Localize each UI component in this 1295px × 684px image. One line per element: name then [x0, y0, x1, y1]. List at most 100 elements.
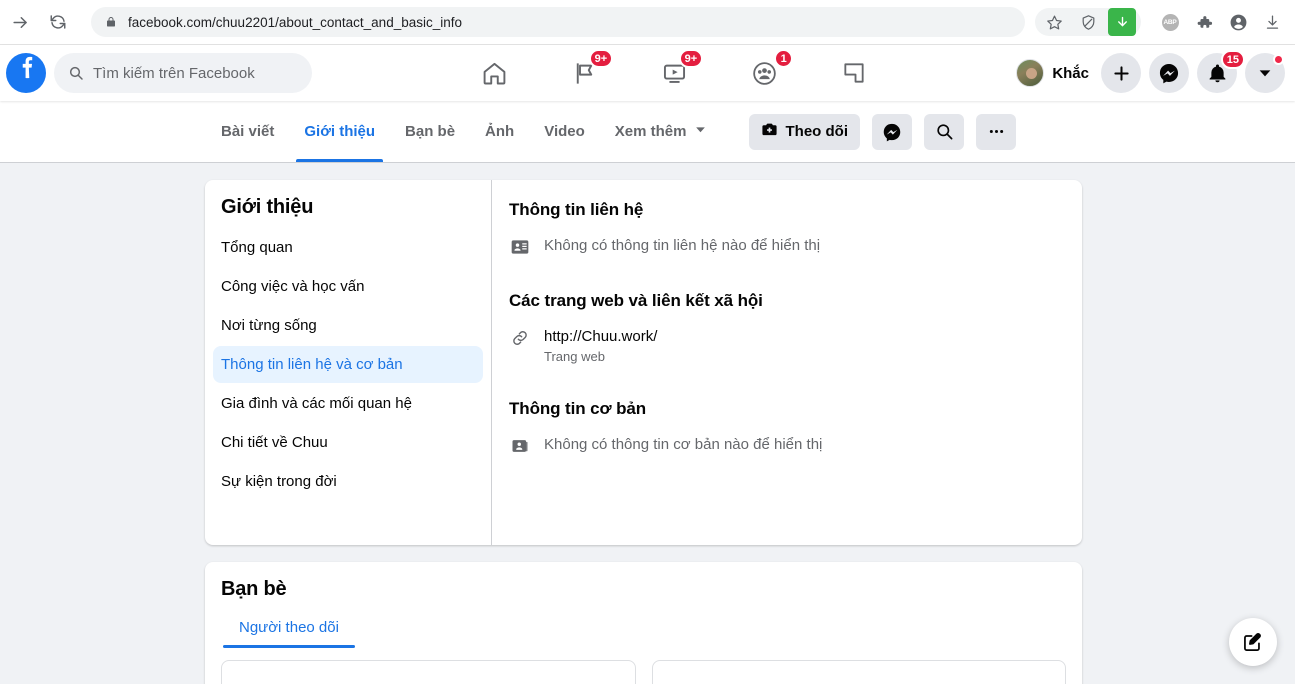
- tab-followers-label: Người theo dõi: [239, 619, 339, 636]
- sidebar-item-label: Thông tin liên hệ và cơ bản: [221, 356, 403, 373]
- basic-info-row: Không có thông tin cơ bản nào để hiển th…: [509, 435, 1058, 456]
- person-cards-icon: [509, 436, 531, 456]
- url-text: facebook.com/chuu2201/about_contact_and_…: [128, 14, 462, 30]
- friend-card-placeholder[interactable]: [221, 660, 636, 684]
- browser-actions: ABP: [1035, 8, 1295, 36]
- nav-pages-badge: 9+: [588, 49, 614, 68]
- sidebar-item-life-events[interactable]: Sự kiện trong đời: [213, 463, 483, 500]
- website-text: http://Chuu.work/ Trang web: [544, 327, 657, 365]
- sidebar-item-label: Gia đình và các mối quan hệ: [221, 395, 412, 412]
- sidebar-item-family-relationships[interactable]: Gia đình và các mối quan hệ: [213, 385, 483, 422]
- about-content: Thông tin liên hệ Không có thông tin liê…: [492, 180, 1082, 545]
- basic-empty-text: Không có thông tin cơ bản nào để hiển th…: [544, 436, 823, 453]
- follow-label: Theo dõi: [785, 123, 849, 140]
- contact-card-icon: [509, 237, 531, 257]
- header-profile-link[interactable]: Khắc: [1016, 59, 1089, 87]
- browser-toolbar: facebook.com/chuu2201/about_contact_and_…: [0, 0, 1295, 45]
- nav-gaming[interactable]: [833, 52, 875, 94]
- messenger-button[interactable]: [1149, 53, 1189, 93]
- tab-friends[interactable]: Bạn bè: [390, 101, 470, 162]
- search-placeholder: Tìm kiếm trên Facebook: [93, 64, 255, 82]
- tab-posts[interactable]: Bài viết: [206, 101, 289, 162]
- website-url: http://Chuu.work/: [544, 328, 658, 345]
- sidebar-item-label: Sự kiện trong đời: [221, 473, 337, 490]
- link-icon: [509, 328, 531, 348]
- account-alert-dot: [1273, 54, 1284, 65]
- nav-home[interactable]: [473, 52, 515, 94]
- basic-info-heading: Thông tin cơ bản: [509, 399, 647, 418]
- download-arrow-icon[interactable]: [1108, 8, 1136, 36]
- star-icon[interactable]: [1040, 8, 1068, 36]
- contact-info-heading: Thông tin liên hệ: [509, 200, 644, 219]
- tab-followers[interactable]: Người theo dõi: [221, 619, 357, 648]
- website-sublabel: Trang web: [544, 349, 605, 364]
- shield-icon[interactable]: [1074, 8, 1102, 36]
- facebook-header: Tìm kiếm trên Facebook 9+ 9+ 1 Khắc 15: [0, 45, 1295, 101]
- profile-tab-bar: Bài viết Giới thiệu Bạn bè Ảnh Video Xem…: [0, 101, 1295, 163]
- facebook-header-right: Khắc 15: [1016, 50, 1295, 93]
- facebook-logo-icon[interactable]: [6, 53, 46, 93]
- sidebar-item-contact-basic-info[interactable]: Thông tin liên hệ và cơ bản: [213, 346, 483, 383]
- profile-more-button[interactable]: [976, 113, 1016, 150]
- sidebar-item-label: Nơi từng sống: [221, 317, 317, 334]
- sidebar-item-work-education[interactable]: Công việc và học vấn: [213, 268, 483, 305]
- friends-tabs: Người theo dõi: [221, 619, 1066, 648]
- sidebar-item-details-about[interactable]: Chi tiết về Chuu: [213, 424, 483, 461]
- sidebar-item-label: Chi tiết về Chuu: [221, 434, 328, 451]
- basic-info-text: Không có thông tin cơ bản nào để hiển th…: [544, 435, 822, 455]
- sidebar-item-places-lived[interactable]: Nơi từng sống: [213, 307, 483, 344]
- browser-action-group: [1035, 8, 1141, 36]
- website-row[interactable]: http://Chuu.work/ Trang web: [509, 327, 1058, 365]
- profile-actions: Theo dõi: [748, 113, 1016, 150]
- websites-heading: Các trang web và liên kết xã hội: [509, 291, 763, 310]
- tab-photos[interactable]: Ảnh: [470, 101, 529, 162]
- follow-button[interactable]: Theo dõi: [748, 113, 860, 150]
- nav-groups[interactable]: 1: [743, 49, 794, 94]
- tab-about-label: Giới thiệu: [304, 123, 376, 140]
- nav-watch[interactable]: 9+: [653, 49, 704, 94]
- adblock-plus-icon[interactable]: ABP: [1156, 8, 1184, 36]
- tab-posts-label: Bài viết: [221, 123, 275, 140]
- nav-pages[interactable]: 9+: [563, 49, 614, 94]
- profile-name: Khắc: [1052, 64, 1089, 82]
- reload-icon[interactable]: [43, 7, 73, 37]
- sidebar-item-overview[interactable]: Tổng quan: [213, 229, 483, 266]
- friends-grid: [221, 648, 1066, 684]
- search-input[interactable]: Tìm kiếm trên Facebook: [54, 53, 312, 93]
- friends-title: Bạn bè: [221, 578, 287, 600]
- account-menu-button[interactable]: [1245, 53, 1285, 93]
- profile-circle-icon[interactable]: [1224, 8, 1252, 36]
- tab-more-label: Xem thêm: [614, 123, 687, 140]
- forward-arrow-icon[interactable]: [5, 7, 35, 37]
- friend-card-placeholder[interactable]: [651, 660, 1066, 684]
- nav-watch-badge: 9+: [678, 49, 704, 68]
- message-button[interactable]: [872, 113, 912, 150]
- contact-info-row: Không có thông tin liên hệ nào để hiển t…: [509, 236, 1058, 257]
- friends-card: Bạn bè Người theo dõi: [205, 562, 1082, 684]
- tab-about[interactable]: Giới thiệu: [289, 101, 390, 162]
- follow-icon: [761, 121, 778, 142]
- tab-photos-label: Ảnh: [485, 123, 515, 140]
- download-tray-icon[interactable]: [1258, 8, 1286, 36]
- tab-videos[interactable]: Video: [529, 101, 600, 162]
- puzzle-piece-icon[interactable]: [1190, 8, 1218, 36]
- about-sidebar: Giới thiệu Tổng quan Công việc và học vấ…: [205, 180, 492, 545]
- facebook-main-nav: 9+ 9+ 1: [332, 49, 1016, 94]
- contact-info-text: Không có thông tin liên hệ nào để hiển t…: [544, 236, 820, 256]
- sidebar-item-label: Tổng quan: [221, 239, 293, 256]
- profile-tabs: Bài viết Giới thiệu Bạn bè Ảnh Video Xem…: [206, 101, 722, 162]
- compose-icon[interactable]: [1229, 618, 1277, 666]
- create-button[interactable]: [1101, 53, 1141, 93]
- sidebar-item-label: Công việc và học vấn: [221, 278, 365, 295]
- contact-empty-text: Không có thông tin liên hệ nào để hiển t…: [544, 237, 821, 254]
- page-content: Giới thiệu Tổng quan Công việc và học vấ…: [0, 163, 1295, 684]
- tab-more[interactable]: Xem thêm: [600, 101, 722, 162]
- tab-videos-label: Video: [544, 123, 585, 140]
- chevron-down-icon: [694, 123, 707, 140]
- profile-search-button[interactable]: [924, 113, 964, 150]
- lock-icon: [105, 15, 117, 29]
- notifications-button[interactable]: 15: [1197, 50, 1245, 93]
- address-bar[interactable]: facebook.com/chuu2201/about_contact_and_…: [91, 7, 1025, 37]
- nav-groups-badge: 1: [774, 49, 794, 68]
